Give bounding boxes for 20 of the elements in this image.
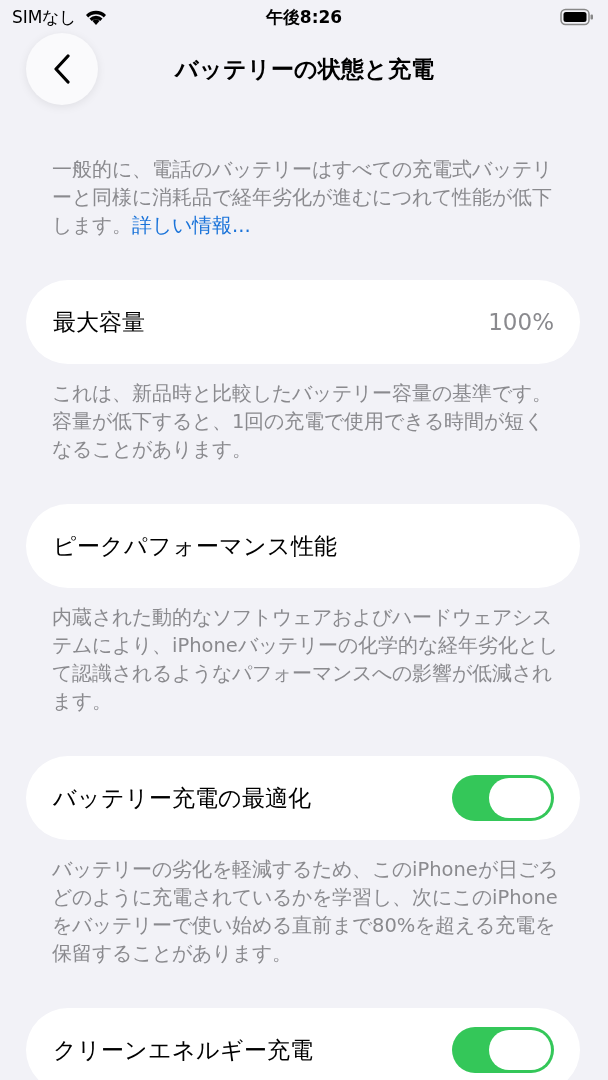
section-footer: バッテリーの劣化を軽減するため、このiPhoneが日ごろどのように充電されているかを学習し、次にこのiPhoneをバッテリーで使い始める直前まで80%を超える充電を保留することがあります。: [0, 856, 608, 968]
carrier-text: SIMなし: [12, 5, 77, 29]
settings-row[interactable]: ピークパフォーマンス性能: [26, 504, 580, 588]
page-title: バッテリーの状態と充電: [174, 54, 434, 84]
section-footer: これは、新品時と比較したバッテリー容量の基準です。容量が低下すると、1回の充電で使用できる時間が短くなることがあります。: [0, 380, 608, 464]
row-label: 最大容量: [53, 307, 145, 337]
row-value: 100%: [488, 309, 554, 335]
learn-more-link[interactable]: 詳しい情報...: [132, 214, 251, 237]
row-label: ピークパフォーマンス性能: [53, 531, 337, 561]
row-label: バッテリー充電の最適化: [53, 783, 311, 813]
toggle-switch[interactable]: [452, 775, 554, 821]
section-footer: 内蔵された動的なソフトウェアおよびハードウェアシステムにより、iPhoneバッテリーの化学的な経年劣化として認識されるようなパフォーマンスへの影響が低減されます。: [0, 604, 608, 716]
wifi-icon: [84, 8, 109, 26]
status-time: 午後8:26: [265, 5, 343, 29]
settings-row[interactable]: 最大容量 100%: [26, 280, 580, 364]
toggle-switch[interactable]: [452, 1027, 554, 1073]
battery-icon: [560, 8, 594, 26]
chevron-left-icon: [53, 54, 71, 84]
intro-paragraph: 一般的に、電話のバッテリーはすべての充電式バッテリーと同様に消耗品で経年劣化が進むにつれて性能が低下します。詳しい情報...: [51, 157, 553, 239]
row-label: クリーンエネルギー充電: [53, 1035, 313, 1065]
